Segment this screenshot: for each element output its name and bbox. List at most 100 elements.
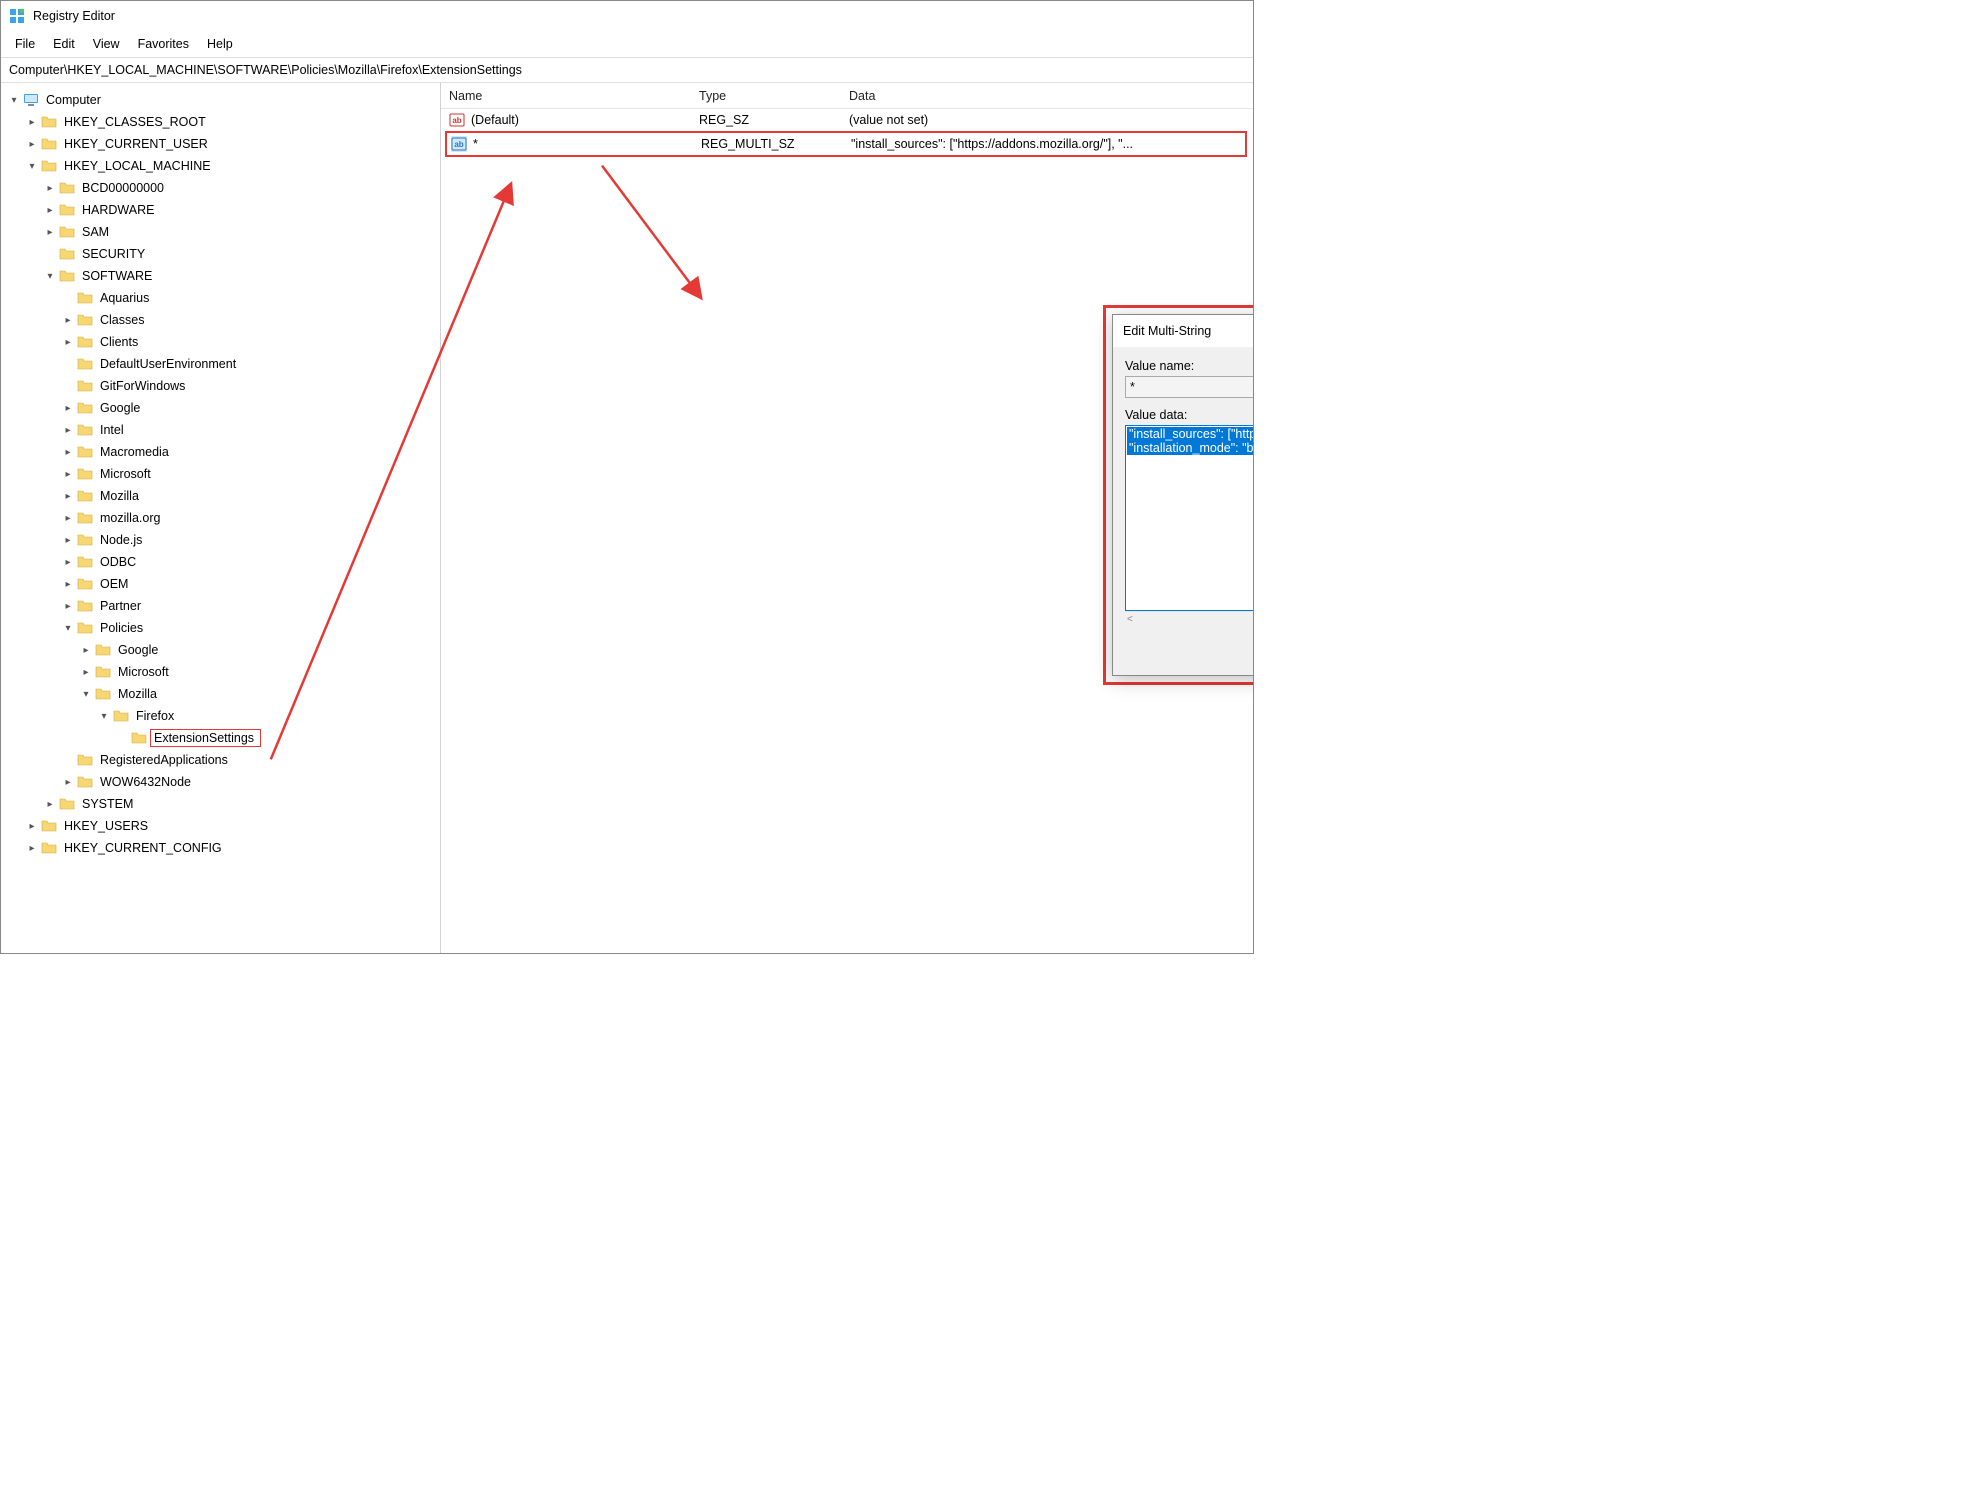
chevron-down-icon[interactable]: ▾ bbox=[61, 623, 75, 634]
tree-label: Microsoft bbox=[115, 664, 172, 680]
horizontal-scrollbar[interactable]: <> bbox=[1125, 611, 1253, 627]
menu-view[interactable]: View bbox=[85, 34, 128, 54]
value-data-line: "installation_mode": "blocked", bbox=[1127, 441, 1253, 455]
menu-favorites[interactable]: Favorites bbox=[130, 34, 197, 54]
tree-node-firefox[interactable]: ▾Firefox bbox=[97, 705, 436, 727]
folder-icon bbox=[59, 180, 75, 196]
value-row-star[interactable]: ab * REG_MULTI_SZ "install_sources": ["h… bbox=[447, 133, 1245, 155]
tree-node-git[interactable]: ▸GitForWindows bbox=[61, 375, 436, 397]
tree-node-policies-microsoft[interactable]: ▸ Microsoft bbox=[79, 661, 436, 683]
tree-node-oem[interactable]: ▸OEM bbox=[61, 573, 436, 595]
chevron-right-icon[interactable]: ▸ bbox=[25, 821, 39, 832]
chevron-right-icon[interactable]: ▸ bbox=[43, 183, 57, 194]
chevron-right-icon[interactable]: ▸ bbox=[25, 139, 39, 150]
value-name: (Default) bbox=[471, 113, 699, 127]
folder-icon bbox=[41, 818, 57, 834]
tree-node-due[interactable]: ▸DefaultUserEnvironment bbox=[61, 353, 436, 375]
tree-node-partner[interactable]: ▸Partner bbox=[61, 595, 436, 617]
menu-edit[interactable]: Edit bbox=[45, 34, 83, 54]
value-row-default[interactable]: ab (Default) REG_SZ (value not set) bbox=[441, 109, 1253, 131]
tree-node-mozorg[interactable]: ▸mozilla.org bbox=[61, 507, 436, 529]
chevron-right-icon[interactable]: ▸ bbox=[61, 403, 75, 414]
chevron-right-icon[interactable]: ▸ bbox=[79, 667, 93, 678]
chevron-down-icon[interactable]: ▾ bbox=[25, 161, 39, 172]
tree-node-regapps[interactable]: ▸RegisteredApplications bbox=[61, 749, 436, 771]
value-name-input[interactable] bbox=[1125, 376, 1253, 398]
chevron-right-icon[interactable]: ▸ bbox=[61, 491, 75, 502]
tree-node-wow64[interactable]: ▸ WOW6432Node bbox=[61, 771, 436, 793]
tree-node-hkcu[interactable]: ▸HKEY_CURRENT_USER bbox=[25, 133, 436, 155]
chevron-down-icon[interactable]: ▾ bbox=[97, 711, 111, 722]
chevron-right-icon[interactable]: ▸ bbox=[61, 315, 75, 326]
tree-node-hkcr[interactable]: ▸HKEY_CLASSES_ROOT bbox=[25, 111, 436, 133]
chevron-right-icon[interactable]: ▸ bbox=[61, 777, 75, 788]
addressbar[interactable]: Computer\HKEY_LOCAL_MACHINE\SOFTWARE\Pol… bbox=[1, 57, 1253, 83]
chevron-right-icon[interactable]: ▸ bbox=[43, 227, 57, 238]
chevron-right-icon[interactable]: ▸ bbox=[25, 843, 39, 854]
tree-node-google[interactable]: ▸Google bbox=[61, 397, 436, 419]
tree-label: Google bbox=[115, 642, 161, 658]
column-type[interactable]: Type bbox=[699, 89, 849, 103]
tree-node-policies[interactable]: ▾Policies bbox=[61, 617, 436, 639]
tree-node-classes[interactable]: ▸Classes bbox=[61, 309, 436, 331]
tree-node-hkcc[interactable]: ▸HKEY_CURRENT_CONFIG bbox=[25, 837, 436, 859]
registry-editor-window: Registry Editor File Edit View Favorites… bbox=[0, 0, 1254, 954]
tree-node-bcd[interactable]: ▸BCD00000000 bbox=[43, 177, 436, 199]
chevron-right-icon[interactable]: ▸ bbox=[61, 535, 75, 546]
titlebar: Registry Editor bbox=[1, 1, 1253, 31]
tree-node-system[interactable]: ▸SYSTEM bbox=[43, 793, 436, 815]
folder-icon bbox=[77, 444, 93, 460]
values-pane[interactable]: Name Type Data ab (Default) REG_SZ (valu… bbox=[441, 83, 1253, 953]
tree-node-macromedia[interactable]: ▸Macromedia bbox=[61, 441, 436, 463]
tree-node-extensionsettings[interactable]: ▸ExtensionSettings bbox=[115, 727, 436, 749]
value-data-label: Value data: bbox=[1125, 408, 1253, 422]
tree-node-hku[interactable]: ▸HKEY_USERS bbox=[25, 815, 436, 837]
folder-icon bbox=[95, 664, 111, 680]
chevron-right-icon[interactable]: ▸ bbox=[61, 579, 75, 590]
menu-file[interactable]: File bbox=[7, 34, 43, 54]
tree-pane[interactable]: ▾ Computer ▸HKEY_CLASSES_ROOT ▸HKEY_CURR… bbox=[1, 83, 441, 953]
folder-icon bbox=[77, 532, 93, 548]
chevron-right-icon[interactable]: ▸ bbox=[61, 469, 75, 480]
folder-icon bbox=[77, 378, 93, 394]
chevron-right-icon[interactable]: ▸ bbox=[43, 799, 57, 810]
tree-node-hardware[interactable]: ▸HARDWARE bbox=[43, 199, 436, 221]
menu-help[interactable]: Help bbox=[199, 34, 241, 54]
column-name[interactable]: Name bbox=[449, 89, 699, 103]
tree-node-aquarius[interactable]: ▸Aquarius bbox=[61, 287, 436, 309]
chevron-right-icon[interactable]: ▸ bbox=[43, 205, 57, 216]
chevron-down-icon[interactable]: ▾ bbox=[79, 689, 93, 700]
tree-label: WOW6432Node bbox=[97, 774, 194, 790]
tree-node-odbc[interactable]: ▸ODBC bbox=[61, 551, 436, 573]
column-data[interactable]: Data bbox=[849, 89, 1245, 103]
tree-node-sam[interactable]: ▸SAM bbox=[43, 221, 436, 243]
value-data-textarea[interactable]: "install_sources": ["https://addons.mozi… bbox=[1125, 425, 1253, 611]
chevron-down-icon[interactable]: ▾ bbox=[7, 95, 21, 106]
tree-node-intel[interactable]: ▸Intel bbox=[61, 419, 436, 441]
tree-node-microsoft[interactable]: ▸ Microsoft bbox=[61, 463, 436, 485]
tree-node-policies-google[interactable]: ▸ Google bbox=[79, 639, 436, 661]
tree-node-nodejs[interactable]: ▸Node.js bbox=[61, 529, 436, 551]
chevron-right-icon[interactable]: ▸ bbox=[61, 425, 75, 436]
chevron-right-icon[interactable]: ▸ bbox=[79, 645, 93, 656]
tree-node-clients[interactable]: ▸Clients bbox=[61, 331, 436, 353]
dialog-buttons: OK Cancel bbox=[1125, 639, 1253, 663]
tree-label: Microsoft bbox=[97, 466, 154, 482]
address-path[interactable]: Computer\HKEY_LOCAL_MACHINE\SOFTWARE\Pol… bbox=[9, 63, 1245, 77]
chevron-right-icon[interactable]: ▸ bbox=[61, 557, 75, 568]
tree-label: GitForWindows bbox=[97, 378, 188, 394]
chevron-right-icon[interactable]: ▸ bbox=[61, 337, 75, 348]
tree-node-security[interactable]: ▸SECURITY bbox=[43, 243, 436, 265]
dialog-titlebar[interactable]: Edit Multi-String bbox=[1113, 315, 1253, 347]
tree-node-software[interactable]: ▾SOFTWARE bbox=[43, 265, 436, 287]
chevron-right-icon[interactable]: ▸ bbox=[61, 447, 75, 458]
chevron-down-icon[interactable]: ▾ bbox=[43, 271, 57, 282]
tree-node-hklm[interactable]: ▾HKEY_LOCAL_MACHINE bbox=[25, 155, 436, 177]
chevron-right-icon[interactable]: ▸ bbox=[25, 117, 39, 128]
chevron-right-icon[interactable]: ▸ bbox=[61, 513, 75, 524]
chevron-right-icon[interactable]: ▸ bbox=[61, 601, 75, 612]
regedit-app-icon bbox=[9, 8, 25, 24]
tree-node-policies-mozilla[interactable]: ▾Mozilla bbox=[79, 683, 436, 705]
tree-node-mozilla[interactable]: ▸Mozilla bbox=[61, 485, 436, 507]
tree-node-computer[interactable]: ▾ Computer bbox=[7, 89, 436, 111]
